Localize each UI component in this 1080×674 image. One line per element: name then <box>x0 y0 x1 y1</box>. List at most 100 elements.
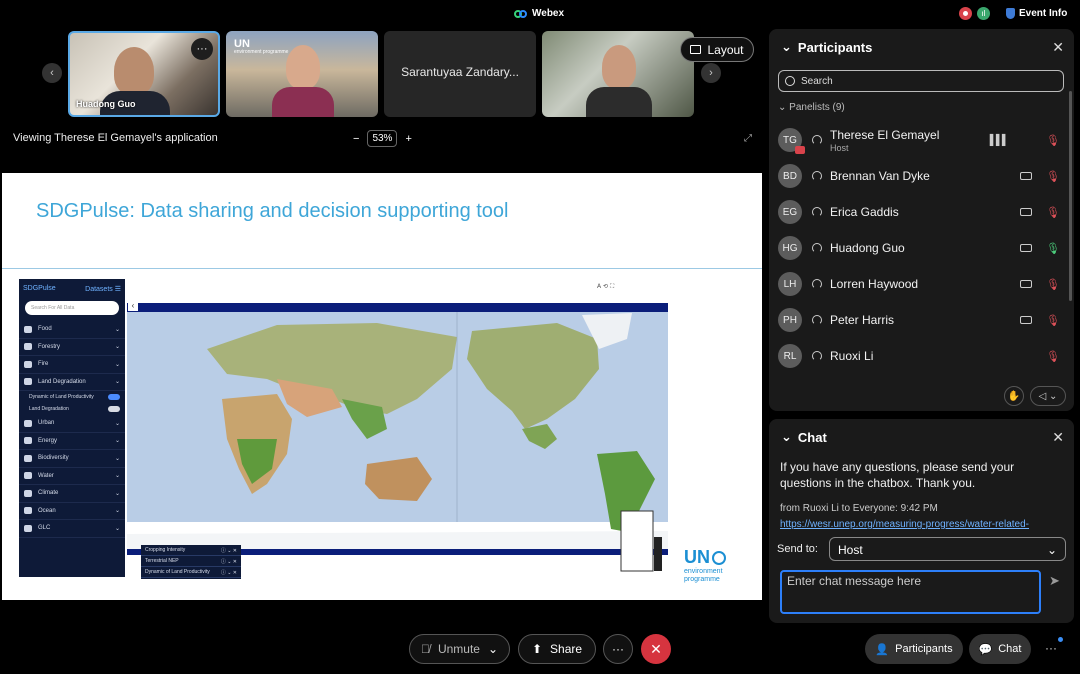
sdg-category-item[interactable]: Ocean ⌄ <box>19 503 125 520</box>
legend-label: Cropping Intensity <box>145 547 186 553</box>
people-icon: 👤 <box>875 643 890 656</box>
participant-row[interactable]: HG Huadong Guo 🎙 <box>778 233 1062 263</box>
participant-row[interactable]: EG Erica Gaddis 🎙 <box>778 197 1062 227</box>
video-camera-icon[interactable] <box>1020 244 1032 252</box>
video-tile-sarantuyaa[interactable]: Sarantuyaa Zandary... <box>384 31 536 117</box>
category-icon <box>24 489 32 497</box>
category-label: Climate <box>38 490 59 497</box>
legend-row[interactable]: Dynamic of Land Productivity ⓘ ⌄ ✕ <box>141 567 241 578</box>
chat-button[interactable]: 💬 Chat <box>969 634 1031 664</box>
un-globe-icon <box>712 550 726 565</box>
video-camera-icon[interactable] <box>1020 280 1032 288</box>
sdg-layer-toggle-row[interactable]: Land Degradation <box>19 403 125 415</box>
sdg-category-item[interactable]: Urban ⌄ <box>19 415 125 433</box>
unep-mini-logo: UN environment programme <box>234 39 288 56</box>
overflow-menu-button[interactable]: ··· <box>1045 641 1057 655</box>
sdg-category-item[interactable]: GLC ⌄ <box>19 520 125 538</box>
sdg-datasets-tab[interactable]: Datasets ☰ <box>85 285 121 293</box>
leave-call-button[interactable]: ✕ <box>641 634 671 664</box>
strip-prev-arrow-icon[interactable]: ‹ <box>42 63 62 83</box>
viewing-label: Viewing Therese El Gemayel's application <box>13 132 218 144</box>
sdg-layer-toggle-row[interactable]: Dynamic of Land Productivity <box>19 391 125 403</box>
sdg-category-item[interactable]: Climate ⌄ <box>19 485 125 503</box>
sdg-category-item[interactable]: Biodiversity ⌄ <box>19 450 125 468</box>
mic-muted-icon[interactable]: 🎙 <box>1046 134 1060 147</box>
category-label: Biodiversity <box>38 455 69 462</box>
send-to-select[interactable]: Host ⌄ <box>829 537 1066 561</box>
sdg-search-input[interactable]: Search For All Data <box>25 301 119 315</box>
sdg-category-item[interactable]: Food ⌄ <box>19 321 125 339</box>
participant-name: Erica Gaddis <box>830 205 899 219</box>
layer-toggle[interactable] <box>108 394 120 400</box>
close-chat-icon[interactable]: ✕ <box>1052 429 1064 446</box>
participants-scrollbar[interactable] <box>1069 91 1072 301</box>
layout-button[interactable]: Layout <box>680 37 754 62</box>
layout-icon <box>690 45 702 54</box>
category-label: Land Degradation <box>38 378 86 385</box>
participant-row[interactable]: RL Ruoxi Li 🎙 <box>778 341 1062 371</box>
audio-connected-icon <box>812 243 822 253</box>
more-options-button[interactable]: ··· <box>603 634 633 664</box>
legend-row[interactable]: Cropping Intensity ⓘ ⌄ ✕ <box>141 545 241 556</box>
participant-row[interactable]: PH Peter Harris 🎙 <box>778 305 1062 335</box>
chevron-down-icon: ⌄ <box>114 361 120 368</box>
legend-row[interactable]: Terrestrial NEP ⓘ ⌄ ✕ <box>141 556 241 567</box>
participant-row[interactable]: LH Lorren Haywood 🎙 <box>778 269 1062 299</box>
participants-button[interactable]: 👤 Participants <box>865 634 963 664</box>
layer-toggle[interactable] <box>108 406 120 412</box>
tile-more-icon[interactable]: ··· <box>191 38 213 60</box>
video-camera-icon[interactable] <box>1020 172 1032 180</box>
video-tile-unep[interactable]: UN environment programme <box>226 31 378 117</box>
participant-name: Peter Harris <box>830 313 895 327</box>
strip-next-arrow-icon[interactable]: › <box>701 63 721 83</box>
mic-muted-icon[interactable]: 🎙 <box>1046 170 1060 183</box>
close-participants-icon[interactable]: ✕ <box>1052 39 1064 56</box>
chevron-down-icon: ⌄ <box>1046 543 1057 557</box>
share-button[interactable]: ⬆ Share <box>518 634 596 664</box>
mic-muted-icon[interactable]: 🎙 <box>1046 350 1060 363</box>
mic-icon[interactable]: 🎙 <box>1046 242 1060 255</box>
participant-row[interactable]: TG Therese El Gemayel Host ▌▌▌ 🎙 <box>778 125 1062 155</box>
video-camera-icon[interactable] <box>1020 208 1032 216</box>
audio-connected-icon <box>812 207 822 217</box>
chat-input[interactable]: Enter chat message here <box>780 570 1041 614</box>
sdg-category-item[interactable]: Forestry ⌄ <box>19 339 125 356</box>
event-info-button[interactable]: Event Info <box>1006 8 1067 19</box>
mic-muted-icon[interactable]: 🎙 <box>1046 314 1060 327</box>
chat-bubble-icon: 💬 <box>978 643 993 656</box>
sdg-category-item[interactable]: Water ⌄ <box>19 468 125 485</box>
audio-connected-icon <box>812 171 822 181</box>
video-camera-icon[interactable] <box>1020 316 1032 324</box>
world-map[interactable]: A ⟲ ⛶ ‹ <box>127 279 668 577</box>
layer-label: Land Degradation <box>29 406 69 412</box>
pop-out-icon[interactable]: ⤢ <box>744 133 752 144</box>
participants-search-input[interactable]: Search <box>778 70 1064 92</box>
zoom-out-button[interactable]: − <box>353 133 359 145</box>
raise-hand-icon[interactable]: ✋ <box>1004 386 1024 406</box>
chat-link[interactable]: https://wesr.unep.org/measuring-progress… <box>780 519 1065 530</box>
chevron-down-icon: ⌄ <box>114 438 120 445</box>
slide-divider <box>2 268 762 269</box>
chat-title: ⌄ Chat <box>781 429 827 445</box>
panelists-section-header[interactable]: ⌄ Panelists (9) <box>778 102 845 113</box>
collapse-arrow-icon[interactable]: ‹ <box>128 301 138 311</box>
network-health-icon[interactable]: ıl <box>977 7 990 20</box>
sdg-category-item[interactable]: Land Degradation ⌄ <box>19 374 125 391</box>
sdg-category-item[interactable]: Fire ⌄ <box>19 356 125 374</box>
video-tile-man[interactable] <box>542 31 694 117</box>
unmute-button[interactable]: 🎙̸ Unmute ⌄ <box>409 634 510 664</box>
recording-icon[interactable] <box>959 7 972 20</box>
avatar: EG <box>778 200 802 224</box>
reactions-button[interactable]: ◁ ⌄ <box>1030 386 1066 406</box>
sdg-category-item[interactable]: Energy ⌄ <box>19 433 125 450</box>
send-icon[interactable]: ➤ <box>1049 573 1060 589</box>
mic-muted-icon[interactable]: 🎙 <box>1046 278 1060 291</box>
zoom-in-button[interactable]: + <box>405 133 411 145</box>
zoom-value[interactable]: 53% <box>367 130 398 147</box>
share-icon: ⬆ <box>531 642 543 656</box>
participant-row[interactable]: BD Brennan Van Dyke 🎙 <box>778 161 1062 191</box>
video-tile-huadong-guo[interactable]: ··· Huadong Guo <box>68 31 220 117</box>
avatar: HG <box>778 236 802 260</box>
mic-muted-icon[interactable]: 🎙 <box>1046 206 1060 219</box>
search-icon <box>785 76 795 86</box>
